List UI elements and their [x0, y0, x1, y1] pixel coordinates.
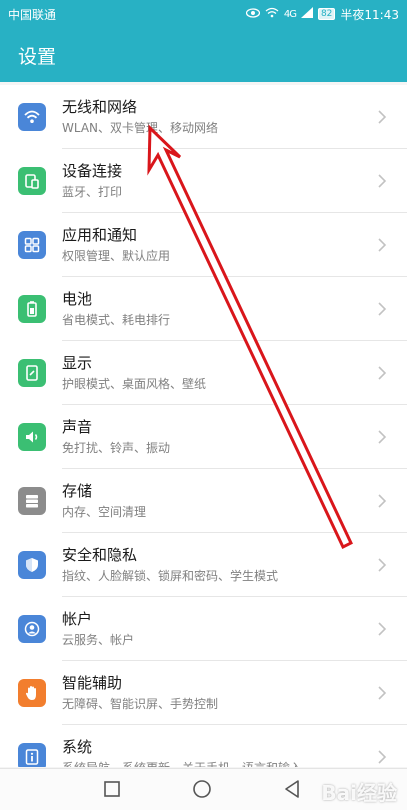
settings-item-storage[interactable]: 存储 内存、空间清理: [0, 469, 407, 533]
shield-icon: [18, 551, 46, 579]
chevron-right-icon: [378, 430, 387, 444]
settings-item-subtitle: 护眼模式、桌面风格、壁纸: [62, 377, 207, 391]
settings-item-system[interactable]: 系统 系统导航、系统更新、关于手机、语言和输入: [0, 725, 407, 767]
settings-item-title: 电池: [62, 290, 93, 308]
chevron-right-icon: [378, 174, 387, 188]
settings-item-subtitle: 指纹、人脸解锁、锁屏和密码、学生模式: [62, 569, 279, 583]
settings-item-title: 帐户: [62, 610, 93, 628]
chevron-right-icon: [378, 686, 387, 700]
chevron-right-icon: [378, 494, 387, 508]
apps-grid-icon: [18, 231, 46, 259]
settings-item-title: 显示: [62, 354, 93, 372]
speaker-icon: [18, 423, 46, 451]
battery-icon: [18, 295, 46, 323]
settings-item-title: 设备连接: [62, 162, 123, 180]
settings-item-subtitle: WLAN、双卡管理、移动网络: [62, 121, 219, 135]
chevron-right-icon: [378, 302, 387, 316]
signal-type: 4G: [283, 8, 297, 20]
settings-item-subtitle: 无障碍、智能识屏、手势控制: [62, 697, 219, 711]
settings-item-subtitle: 云服务、帐户: [62, 633, 135, 647]
home-button[interactable]: [192, 779, 212, 799]
device-connection-icon: [18, 167, 46, 195]
settings-item-subtitle: 免打扰、铃声、振动: [62, 441, 171, 455]
chevron-right-icon: [378, 366, 387, 380]
chevron-right-icon: [378, 750, 387, 764]
watermark: Bai经验: [321, 781, 397, 805]
battery-level: 82: [317, 8, 336, 20]
carrier-name: 中国联通: [8, 7, 57, 22]
settings-item-title: 无线和网络: [62, 98, 138, 116]
account-icon: [18, 615, 46, 643]
settings-item-title: 应用和通知: [62, 226, 138, 244]
settings-item-display[interactable]: 显示 护眼模式、桌面风格、壁纸: [0, 341, 407, 405]
settings-item-title: 存储: [62, 482, 93, 500]
chevron-right-icon: [378, 110, 387, 124]
settings-item-title: 系统: [62, 738, 93, 756]
wifi-icon: [18, 103, 46, 131]
settings-item-subtitle: 权限管理、默认应用: [62, 249, 171, 263]
settings-item-accounts[interactable]: 帐户 云服务、帐户: [0, 597, 407, 661]
settings-item-battery[interactable]: 电池 省电模式、耗电排行: [0, 277, 407, 341]
settings-list: 无线和网络 WLAN、双卡管理、移动网络 设备连接 蓝牙、打印 应用和通知 权限…: [0, 85, 407, 767]
status-bar: 中国联通 4G 82 半夜11:43: [0, 0, 407, 28]
settings-item-sound[interactable]: 声音 免打扰、铃声、振动: [0, 405, 407, 469]
app-bar: 设置: [0, 28, 407, 82]
clock: 半夜11:43: [340, 7, 399, 22]
chevron-right-icon: [378, 238, 387, 252]
chevron-right-icon: [378, 558, 387, 572]
settings-item-title: 智能辅助: [62, 674, 123, 692]
back-button[interactable]: [282, 779, 302, 799]
storage-icon: [18, 487, 46, 515]
signal-bars-icon: [300, 7, 313, 21]
wifi-status-icon: [265, 7, 279, 21]
settings-item-smart-assist[interactable]: 智能辅助 无障碍、智能识屏、手势控制: [0, 661, 407, 725]
settings-item-subtitle: 内存、空间清理: [62, 505, 147, 519]
recent-apps-button[interactable]: [102, 779, 122, 799]
settings-item-title: 安全和隐私: [62, 546, 138, 564]
settings-item-apps[interactable]: 应用和通知 权限管理、默认应用: [0, 213, 407, 277]
hand-icon: [18, 679, 46, 707]
settings-item-subtitle: 省电模式、耗电排行: [62, 313, 171, 327]
display-icon: [18, 359, 46, 387]
settings-item-security[interactable]: 安全和隐私 指纹、人脸解锁、锁屏和密码、学生模式: [0, 533, 407, 597]
settings-item-subtitle: 系统导航、系统更新、关于手机、语言和输入: [62, 759, 302, 767]
chevron-right-icon: [378, 622, 387, 636]
eye-comfort-icon: [245, 7, 260, 21]
settings-item-wireless[interactable]: 无线和网络 WLAN、双卡管理、移动网络: [0, 85, 407, 149]
page-title: 设置: [18, 45, 57, 68]
settings-item-title: 声音: [62, 418, 93, 436]
settings-item-device-connection[interactable]: 设备连接 蓝牙、打印: [0, 149, 407, 213]
info-icon: [18, 743, 46, 767]
settings-item-subtitle: 蓝牙、打印: [62, 185, 123, 199]
